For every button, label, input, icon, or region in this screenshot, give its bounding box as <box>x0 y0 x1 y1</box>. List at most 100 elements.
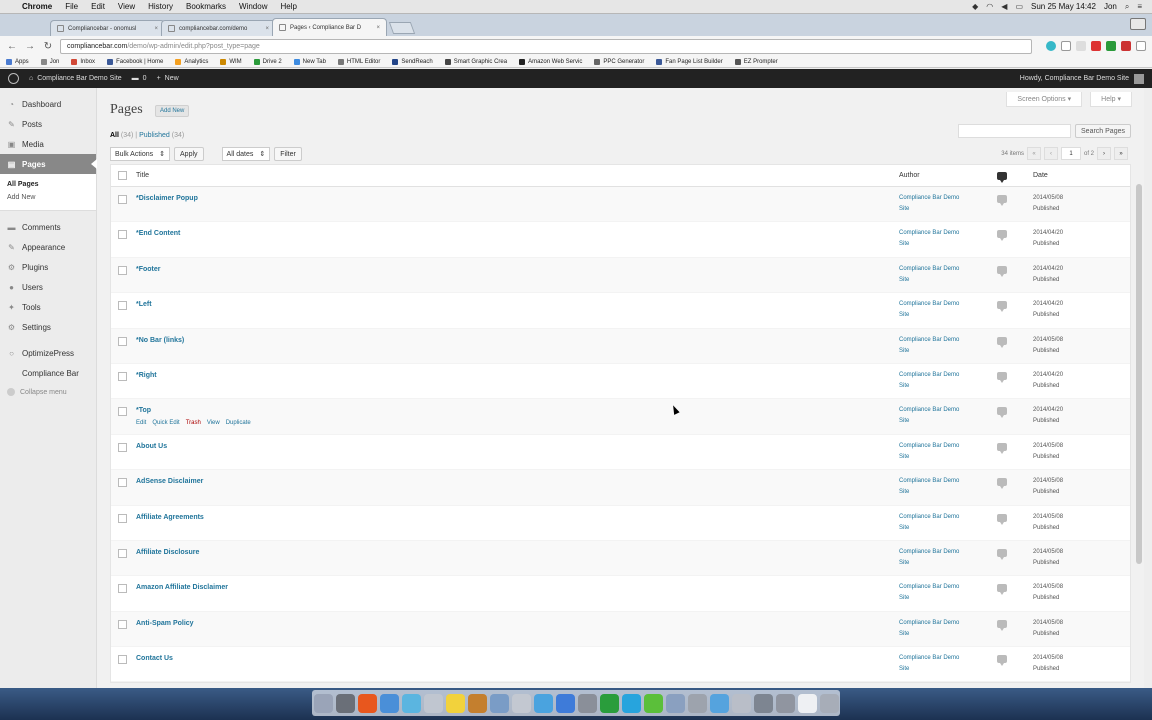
table-row[interactable]: About Us Compliance Bar Demo Site 2014/05/0… <box>111 435 1130 471</box>
page-title-link[interactable]: AdSense Disclaimer <box>136 478 899 485</box>
row-action-duplicate[interactable]: Duplicate <box>226 420 251 426</box>
dock-app-icon[interactable] <box>401 693 421 713</box>
comment-count-icon[interactable] <box>997 478 1007 490</box>
bookmark-item[interactable]: EZ Prompter <box>734 58 778 65</box>
dock-app-icon[interactable] <box>599 693 619 713</box>
author-link[interactable]: Compliance Bar Demo Site <box>899 405 997 427</box>
back-icon[interactable]: ← <box>6 40 18 52</box>
wifi-icon[interactable]: ◠ <box>986 2 993 11</box>
filter-button[interactable]: Filter <box>274 147 302 161</box>
last-page-button[interactable]: » <box>1114 147 1128 160</box>
table-row[interactable]: *End Content Compliance Bar Demo Site 2014/… <box>111 222 1130 258</box>
dock-app-icon[interactable] <box>379 693 399 713</box>
search-input[interactable] <box>958 124 1072 138</box>
spotlight-icon[interactable]: ⌕ <box>1125 2 1129 12</box>
menu-icon[interactable] <box>1136 41 1146 51</box>
author-link[interactable]: Compliance Bar Demo Site <box>899 264 997 286</box>
account-menu[interactable]: Howdy, Compliance Bar Demo Site <box>1020 73 1144 84</box>
dock-app-icon[interactable] <box>445 693 465 713</box>
apply-button[interactable]: Apply <box>174 147 204 161</box>
page-title-link[interactable]: Contact Us <box>136 655 899 662</box>
dock-app-icon[interactable] <box>533 693 553 713</box>
menu-window[interactable]: Window <box>239 2 267 11</box>
bookmark-item[interactable]: Apps <box>6 58 29 65</box>
reload-icon[interactable]: ↻ <box>42 40 54 52</box>
author-link[interactable]: Compliance Bar Demo Site <box>899 476 997 498</box>
bookmark-item[interactable]: PPC Generator <box>594 58 644 65</box>
bookmark-item[interactable]: Drive 2 <box>253 58 282 65</box>
bookmark-item[interactable]: WIM <box>220 58 242 65</box>
close-icon[interactable]: × <box>261 26 269 32</box>
row-action-quick-edit[interactable]: Quick Edit <box>152 420 179 426</box>
table-row[interactable]: Affiliate Disclosure Compliance Bar Demo S… <box>111 540 1130 577</box>
bookmark-item[interactable]: SendReach <box>392 58 433 65</box>
author-link[interactable]: Compliance Bar Demo Site <box>899 512 997 534</box>
row-checkbox[interactable] <box>118 619 127 629</box>
row-checkbox[interactable] <box>118 442 127 452</box>
bookmark-item[interactable]: Analytics <box>175 58 208 65</box>
sidebar-item-dashboard[interactable]: ◔ Dashboard <box>0 94 96 114</box>
dock-app-icon[interactable] <box>731 693 751 713</box>
user-name[interactable]: Jon <box>1104 2 1117 11</box>
comment-count-icon[interactable] <box>997 619 1007 631</box>
dock-app-icon[interactable] <box>819 693 839 713</box>
page-title-link[interactable]: *Top <box>136 407 899 414</box>
row-action-trash[interactable]: Trash <box>186 420 201 426</box>
author-link[interactable]: Compliance Bar Demo Site <box>899 193 997 215</box>
new-tab-button[interactable] <box>388 22 416 34</box>
sidebar-item-optimizepress[interactable]: ○ OptimizePress <box>0 343 96 363</box>
table-row[interactable]: AdSense Disclaimer Compliance Bar Demo Sit… <box>111 470 1130 506</box>
row-checkbox[interactable] <box>118 407 127 417</box>
help-button[interactable]: Help ▾ <box>1090 92 1132 107</box>
author-link[interactable]: Compliance Bar Demo Site <box>899 653 997 675</box>
page-title-link[interactable]: *Right <box>136 372 899 379</box>
comment-count-icon[interactable] <box>997 265 1007 277</box>
sidebar-item-appearance[interactable]: ✎ Appearance <box>0 237 96 257</box>
site-name-link[interactable]: ⌂ Compliance Bar Demo Site <box>29 75 122 82</box>
scrollbar[interactable] <box>1136 184 1142 564</box>
author-link[interactable]: Compliance Bar Demo Site <box>899 299 997 321</box>
bookmark-item[interactable]: Jon <box>40 58 59 65</box>
author-link[interactable]: Compliance Bar Demo Site <box>899 582 997 604</box>
filter-published[interactable]: Published <box>139 132 170 139</box>
table-row[interactable]: *Right Compliance Bar Demo Site 2014/04/20 P… <box>111 364 1130 400</box>
notification-icon[interactable]: ≡ <box>1137 2 1142 11</box>
dock-app-icon[interactable] <box>313 693 333 713</box>
table-row[interactable]: Affiliate Agreements Compliance Bar Demo S… <box>111 506 1130 541</box>
dock-app-icon[interactable] <box>467 693 487 713</box>
row-checkbox[interactable] <box>118 265 127 275</box>
screen-options-button[interactable]: Screen Options ▾ <box>1006 92 1083 107</box>
dock-app-icon[interactable] <box>797 693 817 713</box>
row-checkbox[interactable] <box>118 548 127 558</box>
extension-icon[interactable] <box>1121 41 1131 51</box>
column-date[interactable]: Date <box>1033 172 1130 179</box>
dock-app-icon[interactable] <box>709 693 729 713</box>
dock-app-icon[interactable] <box>665 693 685 713</box>
author-link[interactable]: Compliance Bar Demo Site <box>899 441 997 463</box>
comment-count-icon[interactable] <box>997 655 1007 667</box>
search-pages-button[interactable]: Search Pages <box>1075 124 1131 138</box>
extension-icon[interactable] <box>1091 41 1101 51</box>
next-page-button[interactable]: › <box>1097 147 1111 160</box>
row-checkbox[interactable] <box>118 513 127 523</box>
bookmark-item[interactable]: Amazon Web Servic <box>519 58 582 65</box>
page-title-link[interactable]: *Disclaimer Popup <box>136 195 899 202</box>
sidebar-item-comments[interactable]: ▬ Comments <box>0 217 96 237</box>
table-row[interactable]: *No Bar (links) Compliance Bar Demo Site 20… <box>111 328 1130 364</box>
sidebar-item-posts[interactable]: ✎ Posts <box>0 114 96 134</box>
forward-icon[interactable]: → <box>24 40 36 52</box>
table-row[interactable]: *Left Compliance Bar Demo Site 2014/04/20 Pu… <box>111 293 1130 329</box>
row-checkbox[interactable] <box>118 371 127 381</box>
dock-app-icon[interactable] <box>621 693 641 713</box>
clock[interactable]: Sun 25 May 14:42 <box>1031 2 1096 11</box>
wordpress-logo-icon[interactable] <box>8 73 19 84</box>
sidebar-item-pages[interactable]: ▤ Pages <box>0 154 97 174</box>
current-page-input[interactable]: 1 <box>1060 147 1081 160</box>
browser-tab[interactable]: compliancebar.com/demo × <box>161 20 276 36</box>
comment-count-icon[interactable] <box>997 230 1007 242</box>
bookmark-item[interactable]: Smart Graphic Crea <box>444 58 507 65</box>
select-all-checkbox[interactable] <box>118 171 127 180</box>
dock-app-icon[interactable] <box>489 693 509 713</box>
table-row[interactable]: Contact Us Compliance Bar Demo Site 2014/05… <box>111 647 1130 683</box>
page-title-link[interactable]: Amazon Affiliate Disclaimer <box>136 584 899 591</box>
